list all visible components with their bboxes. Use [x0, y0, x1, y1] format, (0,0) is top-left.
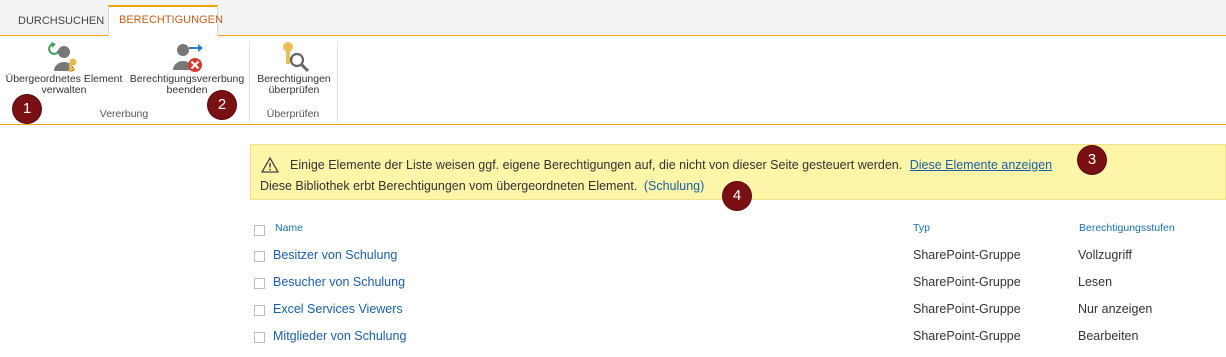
- ribbon-group-separator: [337, 42, 338, 122]
- row-checkbox[interactable]: [254, 305, 265, 316]
- row-type: SharePoint-Gruppe: [913, 275, 1021, 289]
- row-name-link[interactable]: Mitglieder von Schulung: [273, 329, 406, 343]
- column-header-name[interactable]: Name: [275, 222, 303, 234]
- check-permissions-label-2: überprüfen: [268, 84, 320, 96]
- row-permission-level: Lesen: [1078, 275, 1113, 289]
- row-checkbox[interactable]: [254, 332, 265, 343]
- ribbon-group-label-ueberpruefen: Überprüfen: [266, 108, 320, 120]
- notice-line-1: Einige Elemente der Liste weisen ggf. ei…: [290, 158, 1052, 172]
- callout-badge-3: 3: [1078, 146, 1106, 174]
- row-checkbox[interactable]: [254, 278, 265, 289]
- row-type: SharePoint-Gruppe: [913, 248, 1021, 262]
- manage-parent-icon: [47, 40, 81, 74]
- notice-line-2: Diese Bibliothek erbt Berechtigungen vom…: [260, 179, 704, 193]
- row-name-link[interactable]: Besitzer von Schulung: [273, 248, 397, 262]
- ribbon-body: Übergeordnetes Element verwalten Berecht…: [0, 36, 1226, 125]
- row-permission-level: Bearbeiten: [1078, 329, 1139, 343]
- check-permissions-icon: [277, 40, 311, 74]
- table-row: Besucher von Schulung SharePoint-Gruppe …: [0, 271, 1226, 298]
- callout-badge-1: 1: [13, 95, 41, 123]
- stop-inheritance-button[interactable]: Berechtigungsvererbung beenden: [128, 40, 246, 96]
- show-items-link[interactable]: Diese Elemente anzeigen: [910, 158, 1052, 172]
- table-row: Besitzer von Schulung SharePoint-Gruppe …: [0, 244, 1226, 271]
- column-header-levels[interactable]: Berechtigungsstufen: [1079, 222, 1175, 234]
- row-permission-level: Vollzugriff: [1078, 248, 1132, 262]
- row-permission-level: Nur anzeigen: [1078, 302, 1153, 316]
- tab-berechtigungen[interactable]: BERECHTIGUNGEN: [108, 5, 223, 36]
- select-all-checkbox[interactable]: [254, 225, 265, 236]
- row-checkbox[interactable]: [254, 251, 265, 262]
- notice-line-2-text: Diese Bibliothek erbt Berechtigungen vom…: [260, 179, 638, 193]
- manage-parent-button[interactable]: Übergeordnetes Element verwalten: [4, 40, 124, 96]
- callout-badge-2: 2: [208, 91, 236, 119]
- table-row: Mitglieder von Schulung SharePoint-Grupp…: [0, 325, 1226, 352]
- row-name-link[interactable]: Excel Services Viewers: [273, 302, 403, 316]
- ribbon-tab-strip: DURCHSUCHEN BERECHTIGUNGEN: [0, 0, 1226, 36]
- row-type: SharePoint-Gruppe: [913, 302, 1021, 316]
- manage-parent-label-2: verwalten: [41, 84, 87, 96]
- tab-durchsuchen[interactable]: DURCHSUCHEN: [8, 8, 104, 35]
- callout-badge-4: 4: [723, 182, 751, 210]
- check-permissions-button[interactable]: Berechtigungen überprüfen: [253, 40, 335, 96]
- row-name-link[interactable]: Besucher von Schulung: [273, 275, 405, 289]
- notice-line-1-text: Einige Elemente der Liste weisen ggf. ei…: [290, 158, 903, 172]
- stop-inheritance-icon: [170, 40, 204, 74]
- warning-icon: [260, 156, 280, 176]
- parent-site-link[interactable]: (Schulung): [644, 179, 704, 193]
- row-type: SharePoint-Gruppe: [913, 329, 1021, 343]
- table-row: Excel Services Viewers SharePoint-Gruppe…: [0, 298, 1226, 325]
- column-header-type[interactable]: Typ: [913, 222, 930, 234]
